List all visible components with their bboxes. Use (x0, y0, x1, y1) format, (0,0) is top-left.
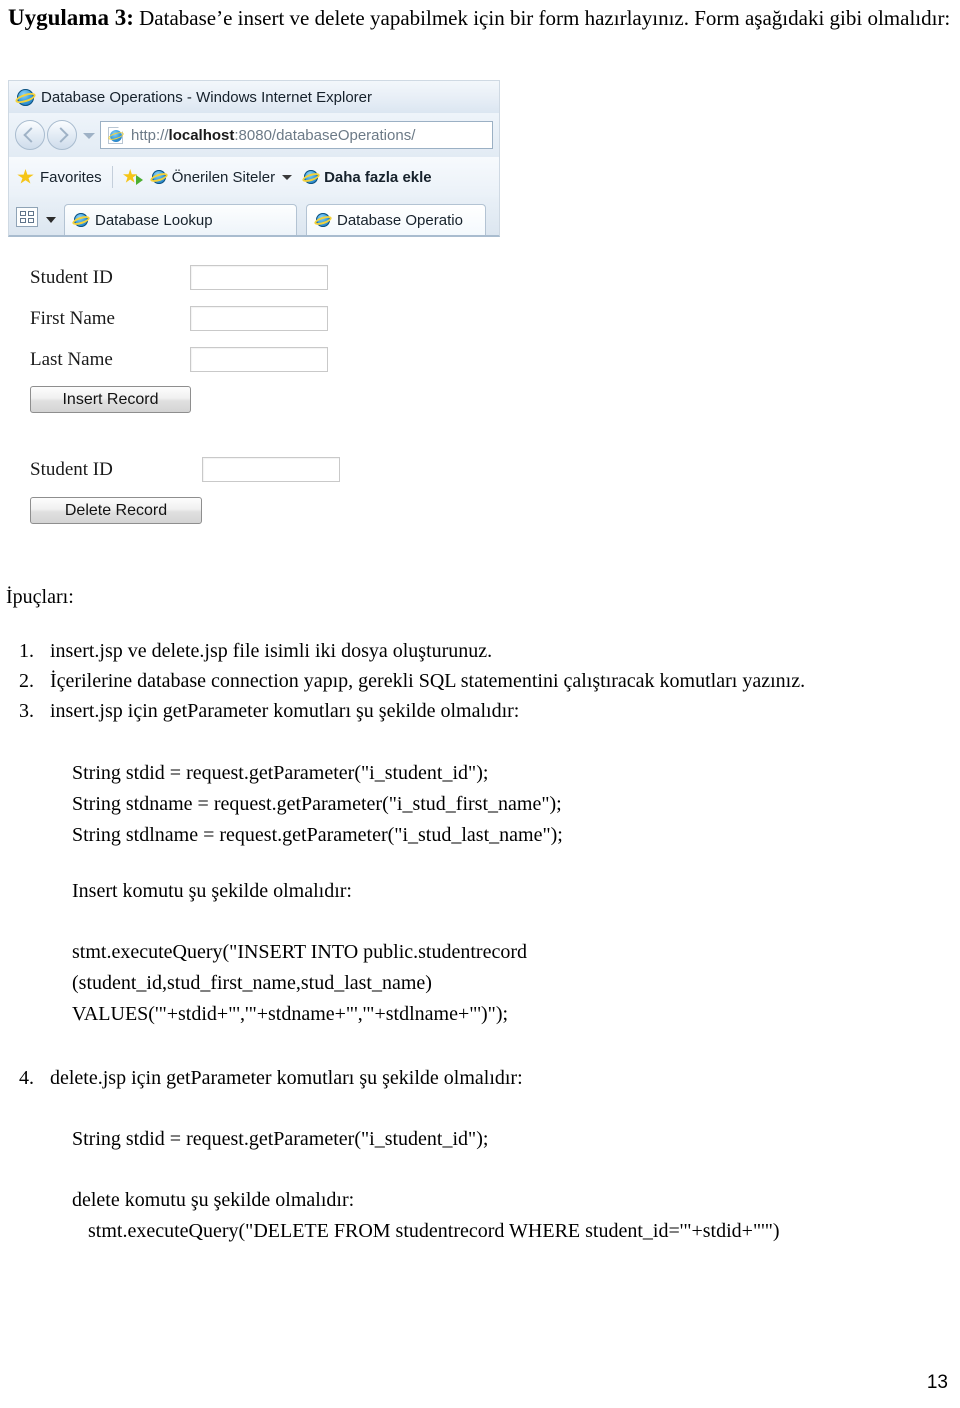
suggested-sites-button[interactable]: Önerilen Siteler (149, 168, 293, 186)
insert-student-id-input[interactable] (190, 265, 328, 290)
browser-screenshot-figure: Database Operations - Windows Internet E… (8, 80, 500, 560)
list-item: 2. İçerilerine database connection yapıp… (6, 666, 954, 696)
list-item-number: 1. (19, 640, 34, 662)
url-scheme: http:// (131, 126, 169, 144)
delete-sql-code: stmt.executeQuery("DELETE FROM studentre… (88, 1220, 780, 1242)
insert-command-caption: Insert komutu şu şekilde olmalıdır: (72, 880, 352, 902)
hints-list: 1. insert.jsp ve delete.jsp file isimli … (6, 636, 954, 726)
insert-student-id-label: Student ID (30, 266, 113, 288)
hints-list-continued: 4. delete.jsp için getParameter komutlar… (6, 1063, 954, 1093)
delete-student-id-label: Student ID (30, 458, 113, 480)
insert-last-name-label: Last Name (30, 348, 113, 370)
list-item: 1. insert.jsp ve delete.jsp file isimli … (6, 636, 954, 666)
address-bar-url: http://localhost:8080/databaseOperations… (131, 127, 415, 144)
delete-student-id-input[interactable] (202, 457, 340, 482)
toolbar-divider (111, 166, 113, 188)
page-title-rest: Database’e insert ve delete yapabilmek i… (133, 6, 951, 30)
insert-last-name-row: Last Name (30, 347, 328, 372)
insert-record-button[interactable]: Insert Record (30, 386, 191, 413)
insert-first-name-row: First Name (30, 306, 328, 331)
star-icon (17, 169, 34, 184)
suggested-sites-icon (149, 170, 169, 184)
tab-database-operations[interactable]: Database Operatio (306, 204, 486, 235)
insert-sql-code: stmt.executeQuery("INSERT INTO public.st… (72, 941, 527, 1025)
browser-window-title: Database Operations - Windows Internet E… (41, 88, 372, 106)
add-to-favorites-bar-button[interactable] (122, 169, 143, 185)
list-item: 3. insert.jsp için getParameter komutlar… (6, 696, 954, 726)
tab-favicon-icon (313, 213, 333, 227)
delete-command-caption: delete komutu şu şekilde olmalıdır: (72, 1189, 355, 1211)
tab-list-chevron-down-icon[interactable] (46, 217, 56, 223)
page-icon (107, 126, 125, 144)
favorites-label: Favorites (40, 168, 102, 186)
browser-navigation-bar: http://localhost:8080/databaseOperations… (8, 113, 500, 157)
hints-heading: İpuçları: (6, 586, 74, 608)
list-item-text: insert.jsp için getParameter komutları ş… (50, 700, 520, 722)
star-add-icon (122, 169, 143, 185)
list-item-number: 2. (19, 670, 34, 692)
delete-record-button[interactable]: Delete Record (30, 497, 202, 524)
list-item-number: 3. (19, 700, 34, 722)
tab-database-lookup[interactable]: Database Lookup (64, 204, 297, 235)
tab-favicon-icon (71, 213, 91, 227)
internet-explorer-icon (14, 88, 37, 106)
page-number: 13 (926, 1372, 948, 1393)
url-host: localhost (168, 126, 235, 144)
address-bar[interactable]: http://localhost:8080/databaseOperations… (100, 121, 493, 149)
add-more-icon (301, 170, 321, 184)
page-title: Uygulama 3: Database’e insert ve delete … (8, 2, 952, 34)
insert-getparameter-code: String stdid = request.getParameter("i_s… (72, 762, 563, 846)
add-more-addons-button[interactable]: Daha fazla ekle (301, 168, 432, 186)
list-item-number: 4. (19, 1067, 34, 1089)
browser-title-bar: Database Operations - Windows Internet E… (8, 80, 500, 113)
delete-student-id-row: Student ID (30, 457, 340, 482)
list-item-text: delete.jsp için getParameter komutları ş… (50, 1067, 523, 1089)
chevron-down-icon[interactable] (282, 174, 293, 180)
tab-label: Database Lookup (95, 211, 213, 229)
quick-tabs-icon[interactable] (16, 207, 38, 227)
recent-pages-chevron-down-icon[interactable] (82, 129, 95, 142)
url-path: :8080/databaseOperations/ (234, 126, 416, 144)
back-button[interactable] (15, 120, 45, 150)
insert-first-name-label: First Name (30, 307, 115, 329)
add-more-label: Daha fazla ekle (324, 168, 432, 186)
insert-first-name-input[interactable] (190, 306, 328, 331)
suggested-sites-label: Önerilen Siteler (171, 168, 276, 186)
tab-label: Database Operatio (337, 211, 463, 229)
insert-last-name-input[interactable] (190, 347, 328, 372)
browser-page-content: Student ID First Name Last Name Insert R… (8, 237, 500, 559)
page-title-lead: Uygulama 3: (8, 5, 134, 30)
favorites-bar: Favorites Önerilen Siteler Daha fazla ek… (8, 157, 500, 197)
list-item-text: insert.jsp ve delete.jsp file isimli iki… (50, 640, 493, 662)
delete-getparameter-code: String stdid = request.getParameter("i_s… (72, 1128, 489, 1150)
browser-tab-bar: Database Lookup Database Operatio (8, 197, 500, 237)
list-item: 4. delete.jsp için getParameter komutlar… (6, 1063, 954, 1093)
forward-button[interactable] (47, 120, 77, 150)
insert-student-id-row: Student ID (30, 265, 328, 290)
list-item-text: İçerilerine database connection yapıp, g… (50, 670, 806, 692)
favorites-button[interactable]: Favorites (17, 169, 102, 186)
